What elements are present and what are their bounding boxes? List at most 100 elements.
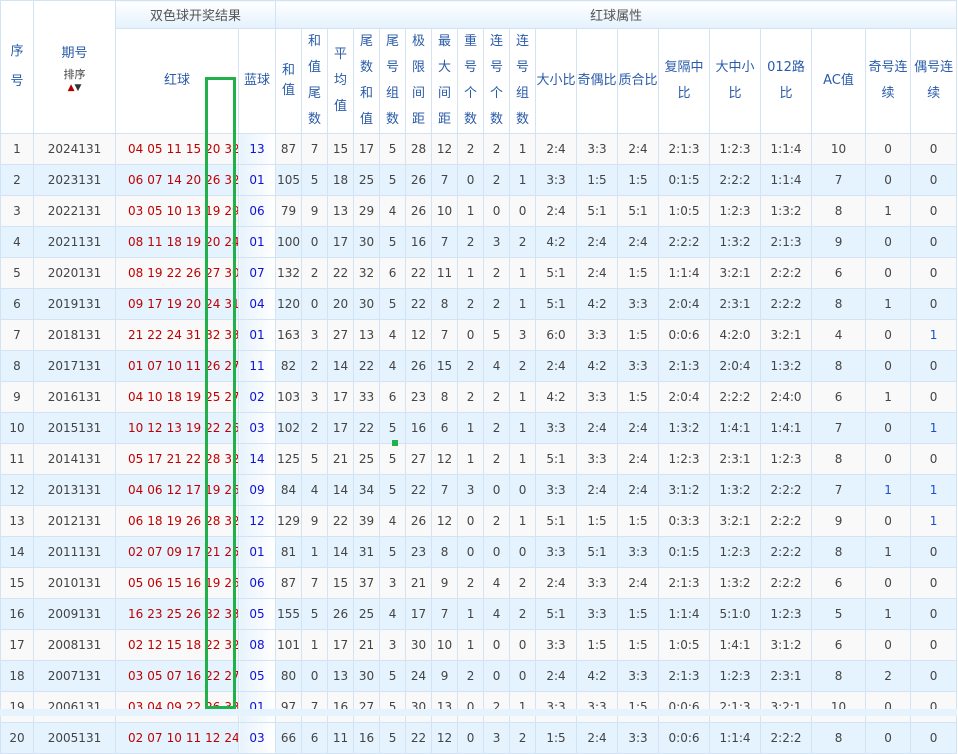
- attr-value: 2:4: [587, 421, 607, 435]
- red-ball: 18: [166, 235, 182, 249]
- attr-cell-16: 7: [811, 164, 867, 196]
- row-number: 5: [0, 257, 34, 289]
- attr-cell-10: 1:5: [535, 722, 578, 754]
- attr-cell-6: 7: [431, 474, 459, 506]
- red-ball: 05: [147, 669, 163, 683]
- attr-cell-12: 1:5: [617, 691, 660, 723]
- attr-cell-10: 5:1: [535, 288, 578, 320]
- attr-cell-8: 4: [483, 598, 511, 630]
- red-ball: 04: [128, 390, 144, 404]
- header-col-12: 质合比: [617, 28, 660, 134]
- attr-value: 2:1:3: [668, 142, 700, 156]
- attr-cell-10: 2:4: [535, 660, 578, 692]
- attr-cell-3: 27: [353, 691, 381, 723]
- attr-value: 15: [332, 142, 349, 156]
- attr-value: 1:2:3: [770, 607, 802, 621]
- red-ball: 11: [185, 359, 202, 373]
- attr-cell-2: 13: [327, 660, 355, 692]
- attr-value: 14: [332, 545, 349, 559]
- red-ball: 12: [147, 638, 163, 652]
- attr-cell-12: 1:5: [617, 257, 660, 289]
- attr-value: 1:3:2: [668, 421, 700, 435]
- attr-value: 0: [884, 452, 892, 466]
- attr-value: 5:1: [546, 514, 566, 528]
- blue-ball: 02: [237, 381, 277, 413]
- attr-cell-0: 66: [275, 722, 303, 754]
- attr-cell-12: 2:4: [617, 226, 660, 258]
- attr-value: 1:2:3: [719, 669, 751, 683]
- red-ball: 12: [147, 421, 163, 435]
- table-row: 7 2018131 21 22 24 31 32 33 01 163 3 27 13 4 12 7 0 5 3 6:0…: [0, 319, 958, 351]
- red-ball: 06: [128, 514, 144, 528]
- attr-value: 9: [834, 235, 843, 249]
- attr-value: 4:2: [546, 235, 566, 249]
- attr-cell-16: 8: [811, 288, 867, 320]
- attr-value: 1: [466, 638, 475, 652]
- attr-cell-3: 17: [353, 133, 381, 165]
- red-ball: 06: [128, 173, 144, 187]
- issue-number: 2021131: [33, 226, 116, 258]
- attr-value: 4:2: [587, 669, 607, 683]
- attr-value: 2:1:3: [770, 235, 802, 249]
- attr-value: 8: [834, 204, 843, 218]
- attr-value: 21: [410, 576, 427, 590]
- attr-value: 7: [310, 576, 319, 590]
- attr-cell-6: 12: [431, 505, 459, 537]
- sort-asc-icon[interactable]: ▲: [68, 83, 75, 93]
- attr-cell-2: 22: [327, 257, 355, 289]
- table-row: 3 2022131 03 05 10 13 19 29 06 79 9 13 29 4 26 10 1 0 0 2:4…: [0, 195, 958, 227]
- attr-value: 4: [388, 359, 397, 373]
- red-ball: 08: [128, 235, 144, 249]
- attr-value: 4: [388, 204, 397, 218]
- attr-value: 3:3: [628, 545, 648, 559]
- attr-value: 6: [388, 266, 397, 280]
- sort-desc-icon[interactable]: ▼: [75, 83, 82, 93]
- red-ball: 16: [185, 576, 202, 590]
- issue-number: 2015131: [33, 412, 116, 444]
- attr-value: 5:1: [587, 204, 607, 218]
- red-ball: 18: [166, 390, 182, 404]
- attr-cell-16: 10: [811, 691, 867, 723]
- attr-cell-2: 17: [327, 381, 355, 413]
- row-number: 9: [0, 381, 34, 413]
- attr-cell-3: 31: [353, 536, 381, 568]
- attr-cell-8: 2: [483, 505, 511, 537]
- attr-cell-13: 2:2:2: [658, 226, 711, 258]
- attr-value: 9: [834, 514, 843, 528]
- attr-value: 5: [834, 607, 843, 621]
- attr-value: 2:1:3: [668, 359, 700, 373]
- attr-value: 0: [884, 235, 892, 249]
- sort-control[interactable]: 排序 ▲▼: [35, 68, 115, 93]
- attr-value: 0: [929, 173, 938, 187]
- red-ball: 26: [224, 576, 239, 590]
- attr-value: 1: [929, 421, 938, 435]
- blue-ball: 09: [237, 474, 277, 506]
- red-ball: 17: [147, 452, 163, 466]
- attr-cell-17: 0: [865, 350, 912, 382]
- attr-cell-4: 4: [379, 505, 407, 537]
- attr-value: 17: [332, 421, 349, 435]
- attr-cell-18: 0: [910, 443, 958, 475]
- attr-value: 2: [518, 235, 527, 249]
- issue-number: 2024131: [33, 133, 116, 165]
- issue-number: 2005131: [33, 722, 116, 754]
- attr-value: 1:3:2: [719, 483, 751, 497]
- attr-value: 0: [929, 731, 938, 745]
- attr-cell-11: 2:4: [576, 226, 619, 258]
- attr-cell-9: 2: [509, 350, 537, 382]
- attr-value: 1:3:2: [770, 204, 802, 218]
- attr-value: 0: [929, 669, 938, 683]
- attr-cell-16: 6: [811, 257, 867, 289]
- attr-value: 2:2:2: [770, 297, 802, 311]
- header-qihao[interactable]: 期号 排序 ▲▼: [33, 0, 116, 134]
- red-ball: 10: [147, 390, 163, 404]
- attr-value: 34: [358, 483, 375, 497]
- attr-value: 2: [518, 731, 527, 745]
- header-col-5: 极限间距: [405, 28, 433, 134]
- red-ball: 28: [205, 514, 221, 528]
- attr-cell-9: 1: [509, 133, 537, 165]
- attr-value: 2:2:2: [719, 390, 751, 404]
- attr-value: 1:1:4: [719, 731, 751, 745]
- attr-cell-12: 1:5: [617, 319, 660, 351]
- attr-value: 0: [466, 328, 475, 342]
